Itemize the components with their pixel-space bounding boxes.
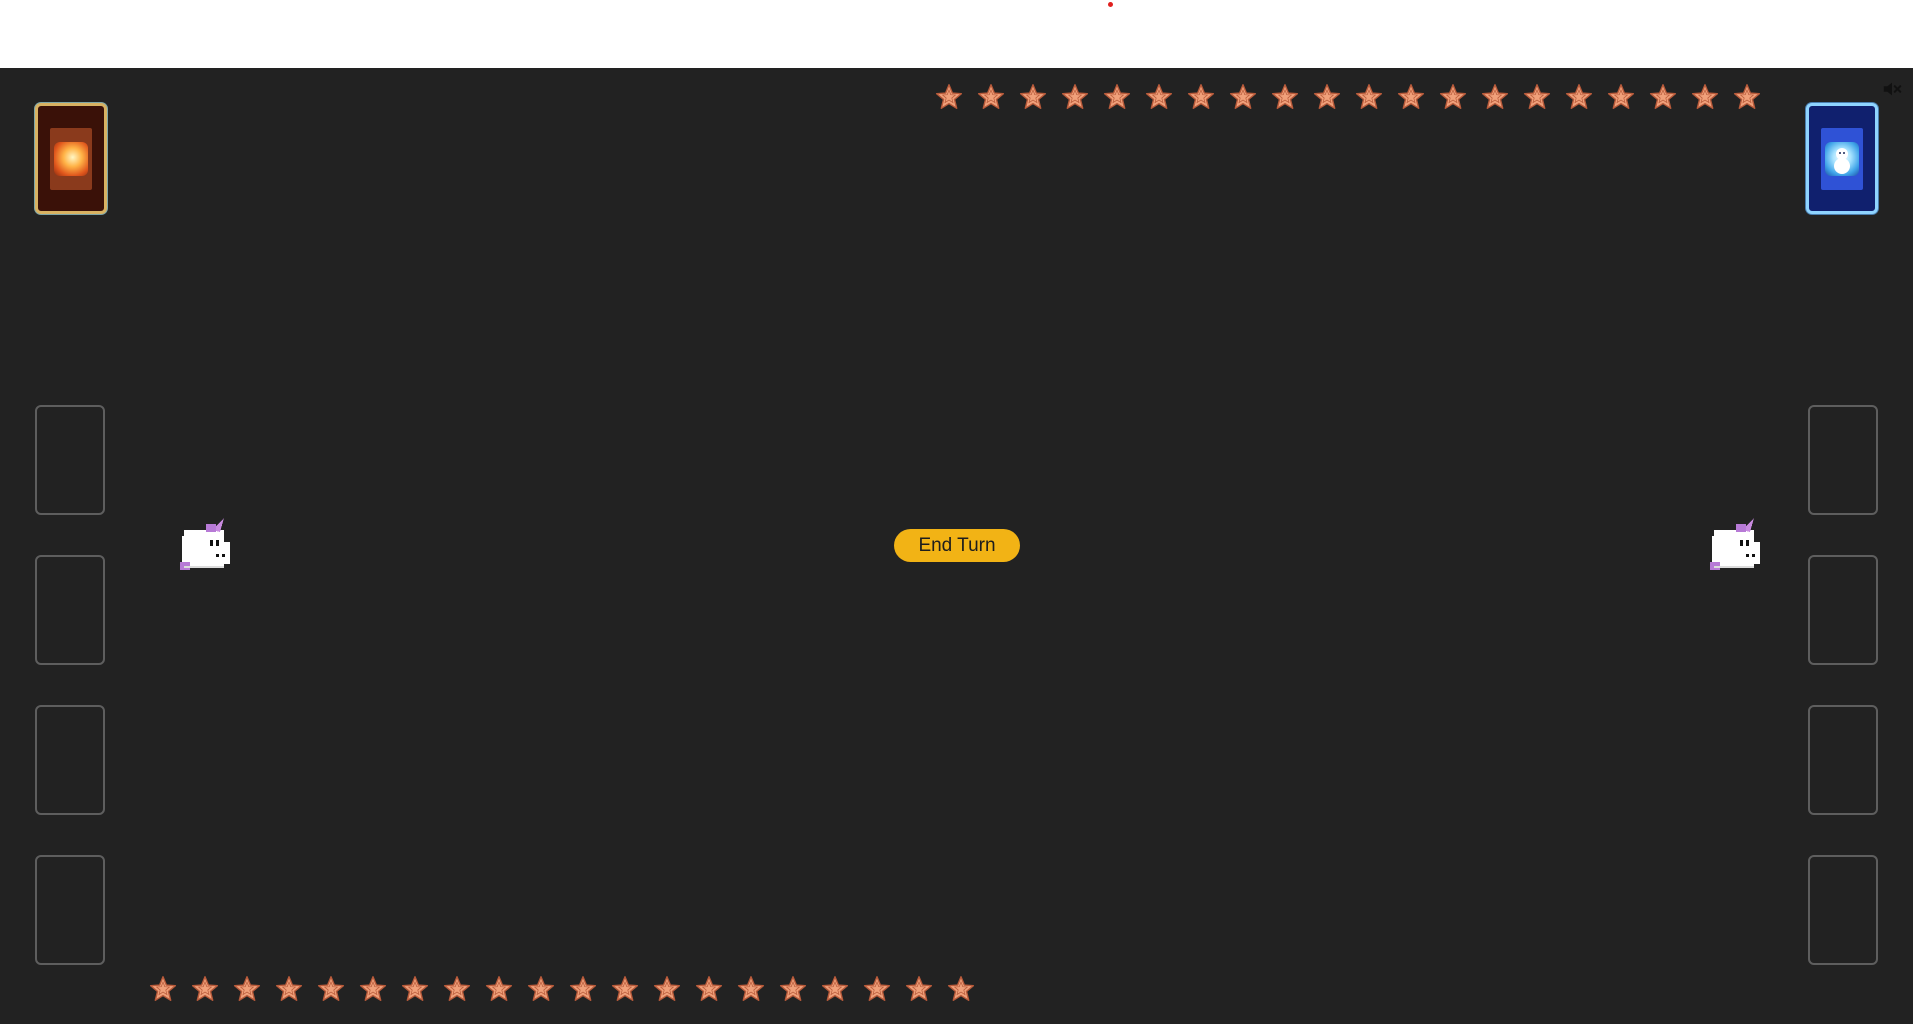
star-icon: [611, 976, 639, 1002]
player-card-slot[interactable]: [35, 855, 105, 965]
opponent-card-slot[interactable]: [1808, 705, 1878, 815]
star-icon: [653, 976, 681, 1002]
opponent-star-row: [935, 83, 1761, 111]
star-icon: [695, 976, 723, 1002]
star-icon: [905, 976, 933, 1002]
star-icon: [1649, 84, 1677, 110]
sun-burst-icon: [54, 142, 88, 176]
player-card-slot[interactable]: [35, 705, 105, 815]
star-icon: [485, 976, 513, 1002]
star-icon: [1523, 84, 1551, 110]
star-icon: [443, 976, 471, 1002]
star-icon: [779, 976, 807, 1002]
opponent-deck-card[interactable]: [1806, 103, 1878, 214]
end-turn-button[interactable]: End Turn: [894, 529, 1020, 562]
opponent-card-slot[interactable]: [1808, 555, 1878, 665]
star-icon: [1019, 84, 1047, 110]
star-icon: [1355, 84, 1383, 110]
star-icon: [1733, 84, 1761, 110]
player-card-slot[interactable]: [35, 555, 105, 665]
star-icon: [191, 976, 219, 1002]
star-icon: [233, 976, 261, 1002]
star-icon: [1229, 84, 1257, 110]
player-unicorn-icon[interactable]: [180, 518, 234, 572]
star-icon: [317, 976, 345, 1002]
player-deck-inner: [50, 128, 92, 190]
game-board: End Turn: [0, 68, 1913, 1024]
opponent-card-slot[interactable]: [1808, 405, 1878, 515]
star-icon: [935, 84, 963, 110]
player-star-row: [149, 975, 975, 1003]
star-icon: [947, 976, 975, 1002]
snowman-icon: [1825, 142, 1859, 176]
star-icon: [863, 976, 891, 1002]
star-icon: [1439, 84, 1467, 110]
star-icon: [977, 84, 1005, 110]
star-icon: [1271, 84, 1299, 110]
indicator-dot: [1108, 2, 1113, 7]
star-icon: [527, 976, 555, 1002]
opponent-deck-inner: [1821, 128, 1863, 190]
star-icon: [821, 976, 849, 1002]
player-deck-card[interactable]: [35, 103, 107, 214]
star-icon: [569, 976, 597, 1002]
opponent-card-slot[interactable]: [1808, 855, 1878, 965]
star-icon: [1145, 84, 1173, 110]
star-icon: [1061, 84, 1089, 110]
star-icon: [1565, 84, 1593, 110]
star-icon: [359, 976, 387, 1002]
star-icon: [1397, 84, 1425, 110]
star-icon: [1313, 84, 1341, 110]
opponent-unicorn-icon[interactable]: [1710, 518, 1764, 572]
star-icon: [1103, 84, 1131, 110]
star-icon: [737, 976, 765, 1002]
star-icon: [1691, 84, 1719, 110]
star-icon: [1187, 84, 1215, 110]
browser-top-area: [0, 0, 1913, 68]
star-icon: [149, 976, 177, 1002]
player-card-slot[interactable]: [35, 405, 105, 515]
speaker-muted-icon[interactable]: [1881, 78, 1903, 100]
star-icon: [1607, 84, 1635, 110]
star-icon: [275, 976, 303, 1002]
star-icon: [401, 976, 429, 1002]
star-icon: [1481, 84, 1509, 110]
